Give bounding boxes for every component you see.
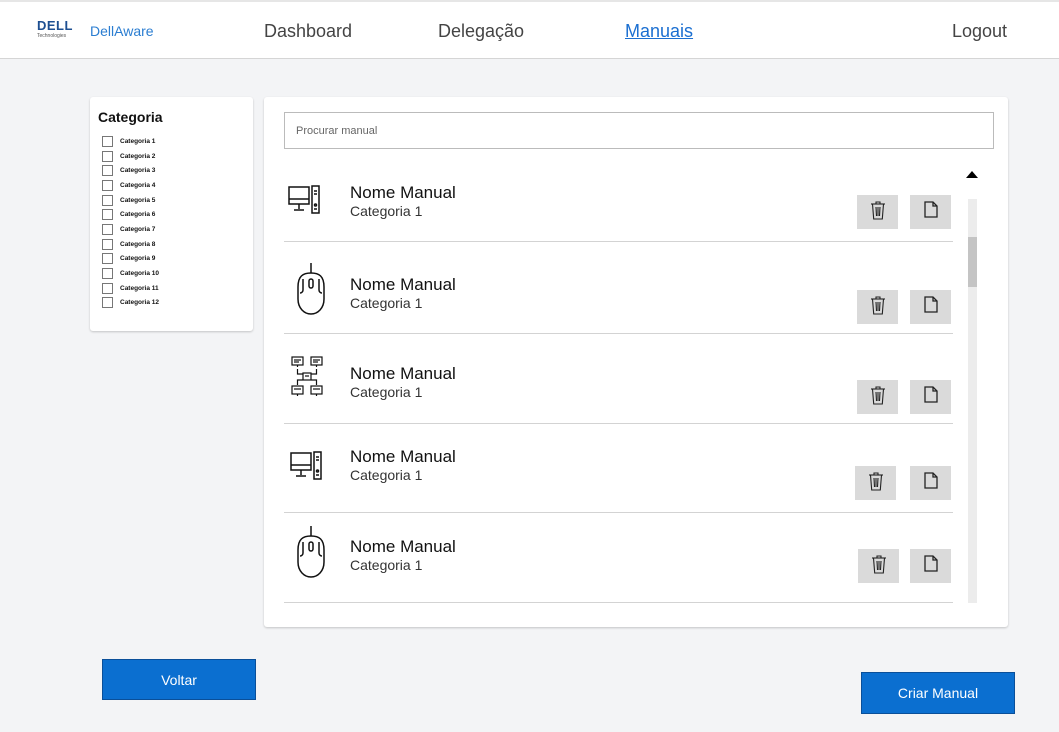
open-document-button[interactable] bbox=[910, 549, 951, 583]
category-checkbox[interactable] bbox=[102, 179, 113, 191]
category-checkbox[interactable] bbox=[102, 282, 113, 294]
dell-logo[interactable]: DELL Technologies bbox=[37, 18, 73, 39]
manual-list: Nome Manual Categoria 1 Nome Manual Cate… bbox=[284, 165, 953, 603]
manual-row[interactable]: Nome Manual Categoria 1 bbox=[284, 424, 953, 513]
category-option[interactable]: Categoria 2 bbox=[102, 149, 159, 164]
category-label: Categoria 5 bbox=[120, 196, 156, 204]
manual-row[interactable]: Nome Manual Categoria 1 bbox=[284, 513, 953, 603]
top-navbar: DELL Technologies DellAware Dashboard De… bbox=[0, 0, 1059, 59]
category-filter-panel: Categoria Categoria 1 Categoria 2 Categori… bbox=[90, 97, 253, 331]
category-label: Categoria 1 bbox=[120, 137, 156, 145]
category-checkbox[interactable] bbox=[102, 194, 113, 206]
delete-button[interactable] bbox=[857, 380, 898, 414]
category-label: Categoria 7 bbox=[120, 225, 156, 233]
app-brand[interactable]: DellAware bbox=[90, 23, 154, 39]
nav-delegacao[interactable]: Delegação bbox=[438, 21, 524, 42]
manual-name: Nome Manual bbox=[350, 537, 456, 556]
manuals-panel: Nome Manual Categoria 1 Nome Manual Cate… bbox=[264, 97, 1008, 627]
category-checkbox[interactable] bbox=[102, 150, 113, 162]
category-label: Categoria 9 bbox=[120, 255, 156, 263]
delete-button[interactable] bbox=[857, 290, 898, 324]
document-icon bbox=[923, 555, 938, 577]
mouse-icon bbox=[296, 262, 326, 321]
category-label: Categoria 4 bbox=[120, 181, 156, 189]
category-option[interactable]: Categoria 1 bbox=[102, 134, 159, 149]
manual-name: Nome Manual bbox=[350, 447, 456, 466]
category-checkbox[interactable] bbox=[102, 223, 113, 235]
category-label: Categoria 6 bbox=[120, 211, 156, 219]
manual-row[interactable]: Nome Manual Categoria 1 bbox=[284, 334, 953, 424]
document-icon bbox=[923, 386, 938, 408]
trash-icon bbox=[870, 295, 886, 320]
scrollbar-thumb[interactable] bbox=[968, 237, 977, 287]
trash-icon bbox=[870, 200, 886, 225]
trash-icon bbox=[871, 554, 887, 579]
category-checkbox[interactable] bbox=[102, 135, 113, 147]
category-label: Categoria 12 bbox=[120, 299, 160, 307]
search-input[interactable] bbox=[284, 112, 994, 149]
network-icon bbox=[291, 356, 323, 405]
manual-category: Categoria 1 bbox=[350, 384, 423, 400]
manual-category: Categoria 1 bbox=[350, 295, 423, 311]
document-icon bbox=[923, 296, 938, 318]
manual-category: Categoria 1 bbox=[350, 467, 423, 483]
logo-wordmark: DELL bbox=[37, 18, 73, 33]
category-option[interactable]: Categoria 9 bbox=[102, 252, 159, 267]
desktop-computer-icon bbox=[290, 451, 322, 486]
category-label: Categoria 3 bbox=[120, 167, 156, 175]
category-list: Categoria 1 Categoria 2 Categoria 3 Categor… bbox=[102, 134, 159, 310]
category-checkbox[interactable] bbox=[102, 209, 113, 221]
category-option[interactable]: Categoria 6 bbox=[102, 207, 159, 222]
document-icon bbox=[923, 472, 938, 494]
open-document-button[interactable] bbox=[910, 466, 951, 500]
logo-subtitle: Technologies bbox=[37, 33, 67, 39]
manual-name: Nome Manual bbox=[350, 364, 456, 383]
category-checkbox[interactable] bbox=[102, 253, 113, 265]
category-checkbox[interactable] bbox=[102, 297, 113, 309]
open-document-button[interactable] bbox=[910, 195, 951, 229]
manual-row[interactable]: Nome Manual Categoria 1 bbox=[284, 165, 953, 242]
category-option[interactable]: Categoria 4 bbox=[102, 178, 159, 193]
manual-category: Categoria 1 bbox=[350, 557, 423, 573]
category-option[interactable]: Categoria 10 bbox=[102, 266, 159, 281]
trash-icon bbox=[870, 385, 886, 410]
category-option[interactable]: Categoria 5 bbox=[102, 193, 159, 208]
category-option[interactable]: Categoria 11 bbox=[102, 281, 159, 296]
trash-icon bbox=[868, 471, 884, 496]
category-label: Categoria 11 bbox=[120, 284, 159, 292]
manual-row[interactable]: Nome Manual Categoria 1 bbox=[284, 242, 953, 334]
nav-dashboard[interactable]: Dashboard bbox=[264, 21, 352, 42]
scrollbar-track[interactable] bbox=[968, 199, 977, 603]
category-checkbox[interactable] bbox=[102, 238, 113, 250]
delete-button[interactable] bbox=[858, 549, 899, 583]
category-checkbox[interactable] bbox=[102, 268, 113, 280]
desktop-computer-icon bbox=[288, 185, 320, 220]
category-filter-title: Categoria bbox=[98, 109, 163, 125]
mouse-icon bbox=[296, 525, 326, 584]
open-document-button[interactable] bbox=[910, 380, 951, 414]
category-option[interactable]: Categoria 7 bbox=[102, 222, 159, 237]
open-document-button[interactable] bbox=[910, 290, 951, 324]
scroll-up-arrow-icon[interactable] bbox=[966, 171, 978, 178]
delete-button[interactable] bbox=[855, 466, 896, 500]
delete-button[interactable] bbox=[857, 195, 898, 229]
logout-link[interactable]: Logout bbox=[952, 21, 1007, 42]
document-icon bbox=[923, 201, 938, 223]
category-label: Categoria 10 bbox=[120, 270, 160, 278]
category-option[interactable]: Categoria 8 bbox=[102, 237, 159, 252]
nav-manuais[interactable]: Manuais bbox=[625, 21, 693, 42]
back-button[interactable]: Voltar bbox=[102, 659, 256, 700]
category-label: Categoria 8 bbox=[120, 240, 156, 248]
manual-name: Nome Manual bbox=[350, 183, 456, 202]
category-option[interactable]: Categoria 12 bbox=[102, 296, 159, 311]
create-manual-button[interactable]: Criar Manual bbox=[861, 672, 1015, 714]
manual-category: Categoria 1 bbox=[350, 203, 423, 219]
manual-name: Nome Manual bbox=[350, 275, 456, 294]
category-label: Categoria 2 bbox=[120, 152, 156, 160]
category-option[interactable]: Categoria 3 bbox=[102, 163, 159, 178]
category-checkbox[interactable] bbox=[102, 165, 113, 177]
